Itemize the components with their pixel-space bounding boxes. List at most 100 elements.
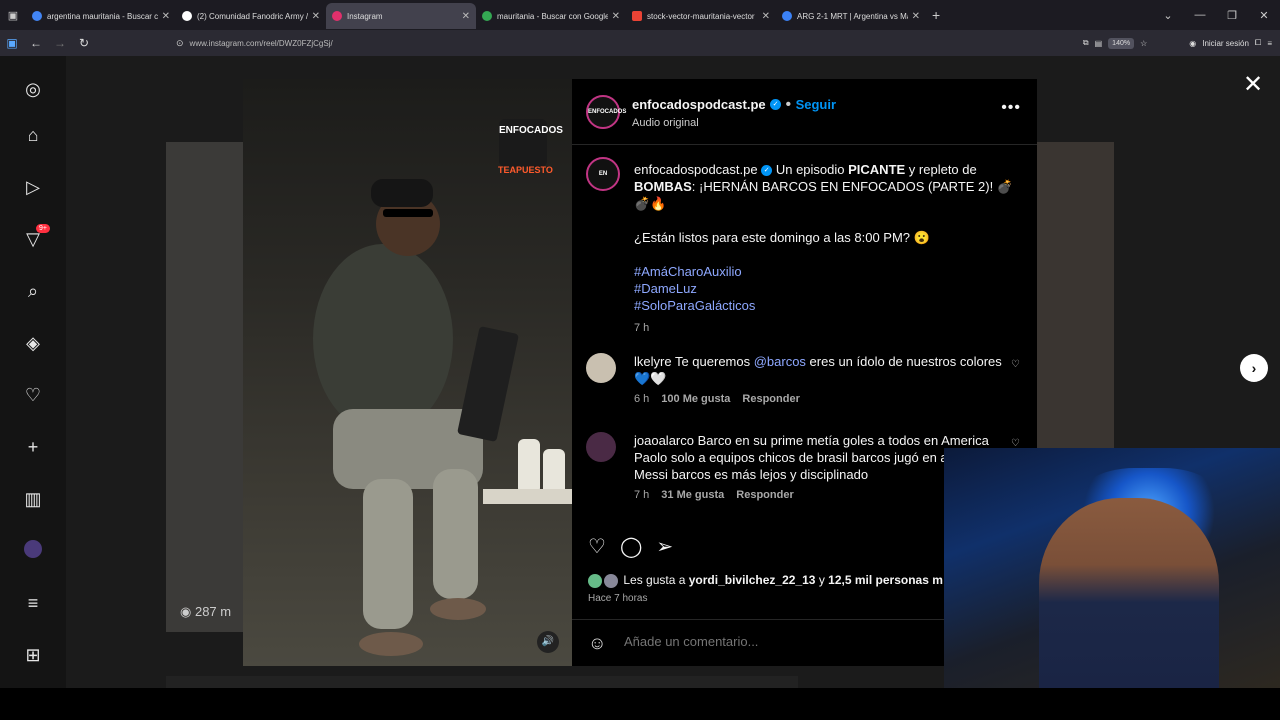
instagram-logo-icon[interactable]: ◎	[22, 78, 44, 100]
minimize-button[interactable]: —	[1184, 9, 1216, 21]
comment-meta: 6 h 100 Me gusta Responder	[634, 391, 1004, 408]
author-username[interactable]: enfocadospodcast.pe	[632, 97, 766, 112]
hashtag-link[interactable]: #DameLuz	[634, 280, 1014, 297]
tab-list-button[interactable]: ▣	[0, 9, 26, 22]
liker-avatar	[604, 573, 618, 588]
notifications-heart-icon[interactable]: ♡	[22, 384, 44, 406]
liker-username[interactable]: yordi_bivilchez_22_13	[689, 573, 816, 587]
close-tab-icon[interactable]: ✕	[462, 11, 470, 22]
tab-3[interactable]: mauritania - Buscar con Google ✕	[476, 3, 626, 29]
tab-5[interactable]: ARG 2-1 MRT | Argentina vs Ma ✕	[776, 3, 926, 29]
add-comment-input[interactable]	[624, 634, 924, 649]
caption-bold: PICANTE	[848, 162, 906, 177]
tab-4[interactable]: stock-vector-mauritania-vector ✕	[626, 3, 776, 29]
reader-view-icon[interactable]: ▤	[1095, 39, 1103, 48]
dashboard-icon[interactable]: ▥	[22, 488, 44, 510]
explore-icon[interactable]: ◈	[22, 332, 44, 354]
more-options-icon[interactable]: •••	[1001, 99, 1021, 117]
commenter-avatar[interactable]	[586, 432, 616, 462]
create-icon[interactable]: +	[22, 436, 44, 458]
maximize-button[interactable]: ❐	[1216, 9, 1248, 22]
notification-badge: 9+	[36, 224, 50, 233]
mention-link[interactable]: @barcos	[754, 354, 806, 369]
tab-2[interactable]: Instagram ✕	[326, 3, 476, 29]
url-text[interactable]: www.instagram.com/reel/DWZ0FZjCgSj/	[190, 39, 333, 48]
likes-summary: Les gusta a yordi_bivilchez_22_13 y 12,5…	[588, 573, 948, 588]
comment-text: lkelyre Te queremos @barcos eres un ídol…	[634, 353, 1004, 408]
close-tab-icon[interactable]: ✕	[912, 11, 920, 22]
like-heart-icon[interactable]: ♡	[588, 534, 606, 559]
comment-icon[interactable]: ◯	[620, 534, 642, 559]
account-icon[interactable]: ◉	[1189, 39, 1196, 48]
tab-title: ARG 2-1 MRT | Argentina vs Ma	[797, 11, 908, 21]
hashtag-link[interactable]: #SoloParaGalácticos	[634, 297, 1014, 314]
forward-button[interactable]: →	[48, 36, 72, 50]
follow-button[interactable]: Seguir	[796, 97, 836, 112]
search-icon[interactable]: ⌕	[22, 280, 44, 302]
author-avatar[interactable]: ENFOCADOS	[586, 95, 626, 129]
emoji-icon[interactable]: ☺	[588, 633, 606, 654]
caption-avatar[interactable]: EN	[586, 157, 620, 191]
share-icon[interactable]: ➢	[656, 534, 673, 559]
tab-title: mauritania - Buscar con Google	[497, 11, 608, 21]
tab-title: stock-vector-mauritania-vector	[647, 11, 755, 21]
comment-time: 7 h	[634, 489, 650, 501]
profile-avatar[interactable]	[22, 540, 44, 562]
back-button[interactable]: ←	[24, 36, 48, 50]
view-count-text: 287 m	[194, 604, 232, 619]
close-tab-icon[interactable]: ✕	[612, 11, 620, 22]
background-reel-left	[166, 142, 246, 632]
tab-overflow-icon[interactable]: ⌄	[1152, 9, 1184, 22]
sidebar-toggle-icon[interactable]: ▣	[0, 36, 24, 50]
commenter-avatar[interactable]	[586, 353, 616, 383]
instagram-sidebar: ◎ ⌂ ▷ ▽ 9+ ⌕ ◈ ♡ + ▥ ≡ ⊞	[0, 56, 66, 688]
address-bar[interactable]: ⊙ www.instagram.com/reel/DWZ0FZjCgSj/	[176, 33, 1076, 53]
caption-text: Un episodio	[772, 162, 849, 177]
comment-likes[interactable]: 100 Me gusta	[661, 393, 730, 405]
tab-0[interactable]: argentina mauritania - Buscar c ✕	[26, 3, 176, 29]
screenshot-icon[interactable]: ⧉	[1083, 38, 1089, 48]
caption-question: ¿Están listos para este domingo a las 8:…	[634, 230, 930, 245]
signin-button[interactable]: Iniciar sesión	[1202, 39, 1249, 48]
caption-username[interactable]: enfocadospodcast.pe	[634, 162, 758, 177]
more-menu-icon[interactable]: ≡	[22, 592, 44, 614]
verified-icon: ✓	[770, 99, 782, 111]
reel-video[interactable]: ENFOCADOS TEAPUESTO 🔊	[243, 79, 572, 666]
comment-like-icon[interactable]: ♡	[1011, 359, 1020, 370]
close-tab-icon[interactable]: ✕	[762, 11, 770, 22]
post-header: ENFOCADOS enfocadospodcast.pe ✓ • Seguir…	[572, 79, 1037, 145]
extensions-icon[interactable]: ⧠	[1255, 38, 1261, 48]
zoom-level[interactable]: 140%	[1108, 37, 1135, 49]
google-icon	[32, 11, 42, 21]
close-tab-icon[interactable]: ✕	[312, 11, 320, 22]
bookmark-star-icon[interactable]: ☆	[1140, 39, 1147, 48]
enfocados-logo: ENFOCADOS	[499, 119, 563, 167]
shutterstock-icon	[632, 11, 642, 21]
verified-icon: ✓	[761, 165, 773, 177]
tab-title: argentina mauritania - Buscar c	[47, 11, 158, 21]
close-icon[interactable]: ✕	[1243, 70, 1263, 99]
commenter-username[interactable]: lkelyre	[634, 354, 672, 369]
tab-1[interactable]: (2) Comunidad Fanodric Army / ✕	[176, 3, 326, 29]
caption-bold: BOMBAS	[634, 179, 692, 194]
comment-likes[interactable]: 31 Me gusta	[661, 489, 724, 501]
reels-icon[interactable]: ▷	[22, 176, 44, 198]
home-icon[interactable]: ⌂	[22, 124, 44, 146]
audio-label[interactable]: Audio original	[632, 117, 836, 129]
likes-count[interactable]: 12,5 mil personas m	[828, 573, 943, 587]
reply-button[interactable]: Responder	[736, 489, 793, 501]
next-arrow-icon[interactable]: ›	[1240, 354, 1268, 382]
meta-apps-icon[interactable]: ⊞	[22, 644, 44, 666]
site-info-icon[interactable]: ⊙	[176, 38, 184, 49]
new-tab-button[interactable]: +	[932, 7, 940, 23]
reload-button[interactable]: ↻	[72, 36, 96, 50]
caption-text: y repleto de	[905, 162, 977, 177]
reply-button[interactable]: Responder	[742, 393, 799, 405]
close-window-button[interactable]: ✕	[1248, 9, 1280, 22]
commenter-username[interactable]: joaoalarco	[634, 433, 694, 448]
post-time: 7 h	[634, 322, 650, 334]
volume-icon[interactable]: 🔊	[537, 631, 559, 653]
close-tab-icon[interactable]: ✕	[162, 11, 170, 22]
hashtag-link[interactable]: #AmáCharoAuxilio	[634, 263, 1014, 280]
menu-icon[interactable]: ≡	[1267, 39, 1272, 48]
